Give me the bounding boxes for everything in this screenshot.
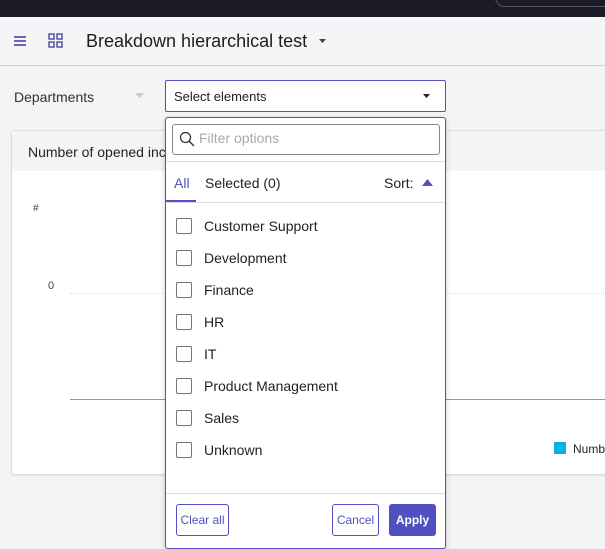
item-label: HR: [204, 314, 225, 330]
checkbox[interactable]: [176, 346, 192, 362]
menu-icon[interactable]: [14, 36, 26, 46]
divider: [166, 202, 445, 203]
title-chevron-down-icon[interactable]: [319, 39, 327, 44]
list-item[interactable]: HR: [176, 311, 431, 335]
tab-selected[interactable]: Selected (0): [205, 175, 280, 191]
departments-label: Departments: [14, 89, 95, 105]
top-search-pill[interactable]: [495, 0, 605, 7]
dashboard-grid-icon[interactable]: [48, 33, 63, 48]
list-item[interactable]: Sales: [176, 407, 431, 431]
item-label: Unknown: [204, 442, 263, 458]
cancel-button[interactable]: Cancel: [332, 504, 379, 536]
apply-button[interactable]: Apply: [389, 504, 436, 536]
tab-all[interactable]: All: [174, 175, 190, 191]
item-label: IT: [204, 346, 217, 362]
checkbox[interactable]: [176, 378, 192, 394]
checkbox[interactable]: [176, 410, 192, 426]
top-bar: [0, 0, 605, 17]
filter-options-input[interactable]: [199, 130, 429, 146]
departments-select[interactable]: Select elements: [165, 80, 446, 112]
list-item[interactable]: Finance: [176, 279, 431, 303]
chevron-down-icon: [423, 94, 430, 98]
page-title: Breakdown hierarchical test: [86, 31, 308, 51]
checkbox[interactable]: [176, 250, 192, 266]
list-item[interactable]: Product Management: [176, 375, 431, 399]
item-label: Product Management: [204, 378, 338, 394]
checkbox[interactable]: [176, 282, 192, 298]
departments-chevron-icon[interactable]: [135, 93, 145, 99]
list-item[interactable]: Unknown: [176, 439, 431, 463]
sort-label: Sort:: [384, 175, 414, 191]
legend-swatch: [554, 442, 566, 454]
checkbox[interactable]: [176, 442, 192, 458]
search-icon: [179, 131, 195, 147]
select-placeholder: Select elements: [174, 89, 267, 104]
departments-dropdown: All Selected (0) Sort: Customer Support D…: [165, 117, 446, 549]
list-item[interactable]: Development: [176, 247, 431, 271]
filter-options-field[interactable]: [172, 124, 440, 155]
card-title: Number of opened inci: [28, 144, 169, 160]
sort-ascending-icon[interactable]: [422, 179, 433, 186]
divider: [166, 493, 445, 494]
legend-label[interactable]: Numb: [573, 442, 605, 456]
item-label: Finance: [204, 282, 254, 298]
y-axis-label: #: [33, 203, 39, 214]
checkbox[interactable]: [176, 314, 192, 330]
clear-all-button[interactable]: Clear all: [176, 504, 229, 536]
item-label: Customer Support: [204, 218, 318, 234]
item-label: Development: [204, 250, 287, 266]
divider: [166, 161, 445, 162]
checkbox[interactable]: [176, 218, 192, 234]
list-item[interactable]: Customer Support: [176, 215, 431, 239]
item-label: Sales: [204, 410, 240, 426]
y-tick-0: 0: [48, 280, 55, 292]
list-item[interactable]: IT: [176, 343, 431, 367]
